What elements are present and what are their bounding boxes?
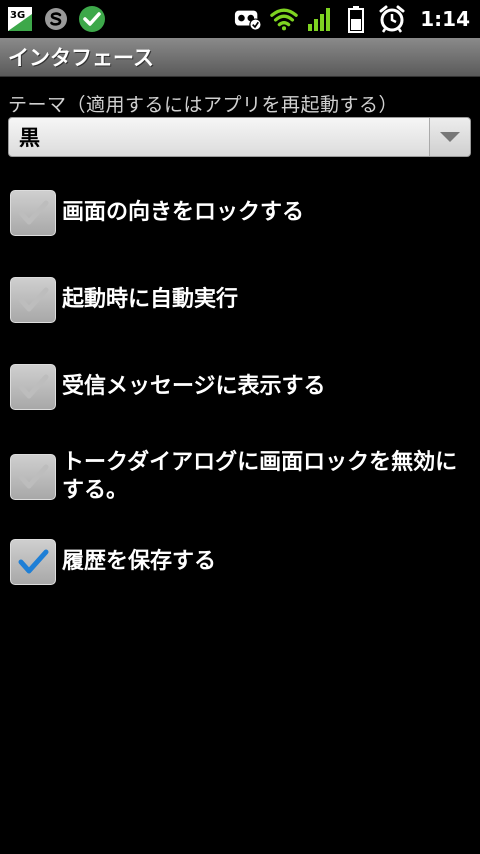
check-off-icon [18, 464, 49, 489]
green-check-icon [78, 5, 106, 33]
option-label: トークダイアログに画面ロックを無効にする。 [62, 450, 458, 503]
check-off-icon [18, 374, 49, 399]
wifi-icon [270, 5, 299, 33]
skype-icon [42, 5, 70, 33]
option-label: 履歴を保存する [62, 549, 217, 574]
checkbox-show-incoming[interactable] [10, 364, 56, 410]
option-show-incoming[interactable]: 受信メッセージに表示する [10, 364, 472, 410]
checkbox-save-history[interactable] [10, 539, 56, 585]
spinner-arrow[interactable] [429, 118, 470, 156]
status-time: 1:14 [420, 7, 470, 31]
option-disable-lock-in-dialog[interactable]: トークダイアログに画面ロックを無効にする。 [10, 449, 472, 505]
theme-spinner[interactable]: 黒 [8, 117, 471, 157]
battery-icon [342, 5, 370, 33]
checkbox-autostart[interactable] [10, 277, 56, 323]
3g-badge-text: 3G [10, 10, 25, 21]
option-label: 画面の向きをロックする [62, 200, 305, 225]
check-off-icon [18, 200, 49, 225]
checkbox-disable-lock-in-dialog[interactable] [10, 454, 56, 500]
option-save-history[interactable]: 履歴を保存する [10, 539, 472, 585]
theme-selected-value: 黒 [19, 126, 40, 150]
theme-label: テーマ（適用するにはアプリを再起動する） [8, 94, 399, 116]
signal-icon [306, 5, 334, 33]
option-label: 起動時に自動実行 [62, 287, 239, 312]
check-off-icon [18, 287, 49, 312]
option-lock-orientation[interactable]: 画面の向きをロックする [10, 190, 472, 236]
title-bar: インタフェース [0, 38, 480, 77]
page-title: インタフェース [8, 46, 154, 70]
checkbox-lock-orientation[interactable] [10, 190, 56, 236]
voicemail-check-icon [234, 5, 262, 33]
check-on-icon [18, 549, 49, 574]
alarm-icon [378, 5, 406, 33]
3g-data-icon: 3G [6, 5, 34, 33]
option-autostart[interactable]: 起動時に自動実行 [10, 277, 472, 323]
status-bar: 3G 1:14 [0, 0, 480, 38]
option-label: 受信メッセージに表示する [62, 374, 326, 399]
status-bar-right: 1:14 [234, 0, 470, 38]
chevron-down-icon [440, 132, 460, 142]
status-bar-left: 3G [6, 0, 106, 38]
